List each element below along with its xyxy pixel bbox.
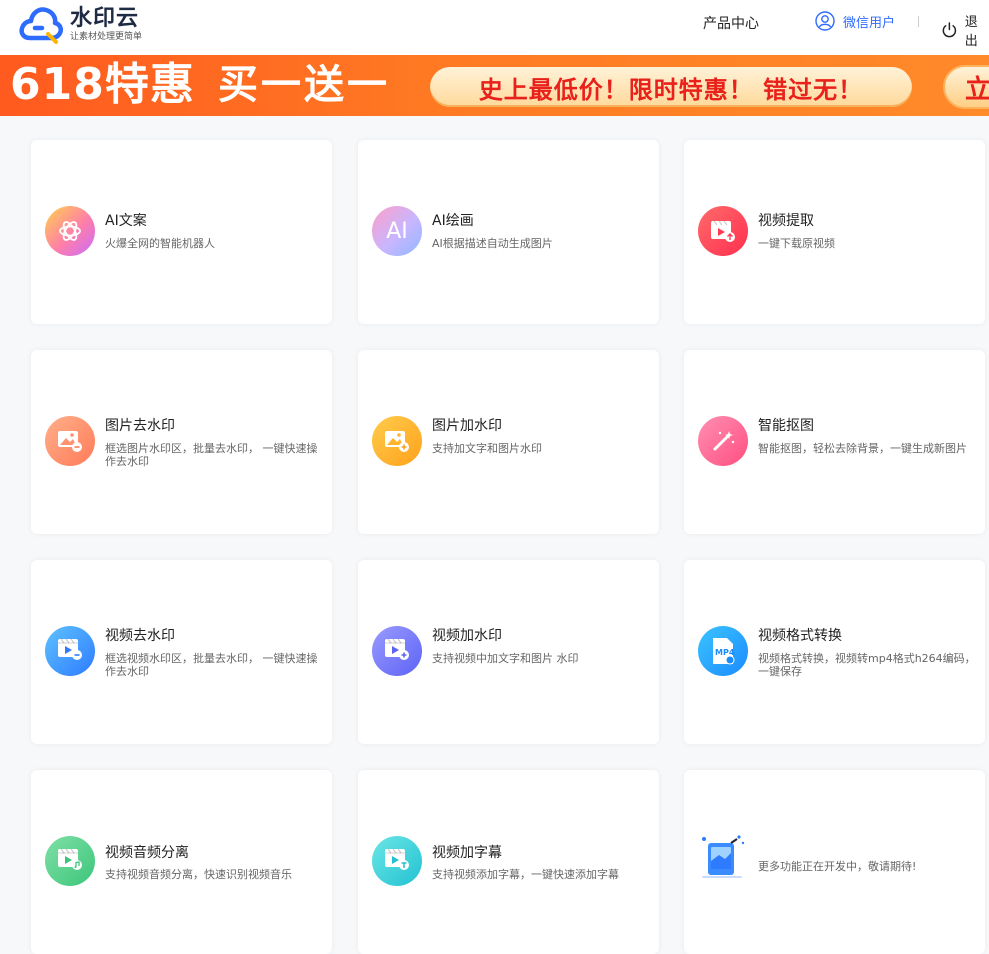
tool-card[interactable]: 智能抠图智能抠图，轻松去除背景，一键生成新图片 [684,350,985,534]
logo[interactable]: 水印云 让素材处理更简单 [18,4,158,46]
tool-title: 视频音频分离 [105,845,189,861]
video-subtitle-icon [372,836,422,886]
tool-title: AI文案 [105,213,147,229]
user-icon [815,11,835,31]
logout-button[interactable]: 退出 [941,11,989,49]
tool-card[interactable]: AI AI绘画 AI根据描述自动生成图片 [358,140,659,324]
nav-product-center[interactable]: 产品中心 [703,13,759,33]
ai-icon-label: AI [386,218,408,244]
tool-title: 视频加字幕 [432,845,502,861]
tool-description: 火爆全网的智能机器人 [105,237,215,250]
tool-title: 视频加水印 [432,628,502,644]
tool-title: 图片去水印 [105,418,175,434]
ai-text-icon: AI [372,206,422,256]
tool-description: 框选图片水印区，批量去水印， 一键快速操作去水印 [105,442,318,468]
tool-title: AI绘画 [432,213,474,229]
mp4-file-icon: MP4 [698,626,748,676]
tool-card[interactable]: 视频音频分离支持视频音频分离，快速识别视频音乐 [31,770,332,954]
video-download-icon [698,206,748,256]
power-icon [942,22,957,38]
tool-card[interactable]: 图片加水印支持加文字和图片水印 [358,350,659,534]
tool-description: 支持视频音频分离，快速识别视频音乐 [105,868,292,881]
nav-user[interactable]: 微信用户 [815,11,895,31]
banner-bogo: 买一送一 [218,62,390,108]
tool-description: 支持视频添加字幕，一键快速添加字幕 [432,868,619,881]
tool-title: 视频格式转换 [758,628,842,644]
tool-title: 视频去水印 [105,628,175,644]
tool-description: 视频格式转换，视频转mp4格式h264编码，一键保存 [758,652,976,678]
image-remove-icon [45,416,95,466]
tool-description: 框选视频水印区，批量去水印， 一键快速操作去水印 [105,652,318,678]
logo-title: 水印云 [70,6,140,31]
tool-description: 更多功能正在开发中，敬请期待! [758,860,917,873]
video-audio-icon [45,836,95,886]
video-add-icon [372,626,422,676]
tool-description: 支持加文字和图片水印 [432,442,542,455]
image-add-icon [372,416,422,466]
tool-description: 一键下载原视频 [758,237,835,250]
tool-title: 智能抠图 [758,418,814,434]
tool-description: 智能抠图，轻松去除背景，一键生成新图片 [758,442,967,455]
tool-description: AI根据描述自动生成图片 [432,237,553,250]
tool-card[interactable]: 视频去水印框选视频水印区，批量去水印， 一键快速操作去水印 [31,560,332,744]
coming-soon-illustration-icon [694,830,750,886]
tool-card[interactable]: AI文案火爆全网的智能机器人 [31,140,332,324]
nav-user-label: 微信用户 [843,15,896,31]
tool-card[interactable]: 更多功能正在开发中，敬请期待! [684,770,985,954]
openai-icon [45,206,95,256]
logo-subtitle: 让素材处理更简单 [70,32,143,42]
tool-card[interactable]: 视频加水印支持视频中加文字和图片 水印 [358,560,659,744]
banner-slogan-pill: 史上最低价！限时特惠！ 错过无！ [430,67,912,107]
video-remove-icon [45,626,95,676]
banner-slogan: 史上最低价！限时特惠！ 错过无！ [478,75,864,104]
tool-card[interactable]: MP4 视频格式转换视频格式转换，视频转mp4格式h264编码，一键保存 [684,560,985,744]
tool-title: 图片加水印 [432,418,502,434]
top-navigation-bar: 水印云 让素材处理更简单 产品中心 微信用户 退出 [0,0,989,55]
magic-wand-icon [698,416,748,466]
cloud-logo-icon [19,7,64,44]
tool-card[interactable]: 视频提取一键下载原视频 [684,140,985,324]
banner-cta-label: 立 [965,74,989,105]
tool-card[interactable]: 图片去水印框选图片水印区，批量去水印， 一键快速操作去水印 [31,350,332,534]
banner-promo-title: 618特惠 [10,59,195,110]
logout-label: 退出 [964,15,978,49]
banner-cta-button[interactable]: 立 [943,65,989,109]
tool-title: 视频提取 [758,213,814,229]
tool-card[interactable]: 视频加字幕支持视频添加字幕，一键快速添加字幕 [358,770,659,954]
nav-divider [918,16,919,27]
mp4-icon-label: MP4 [715,648,735,657]
tool-description: 支持视频中加文字和图片 水印 [432,652,579,665]
promo-banner[interactable]: 618特惠 买一送一 史上最低价！限时特惠！ 错过无！ 立 [0,55,989,116]
